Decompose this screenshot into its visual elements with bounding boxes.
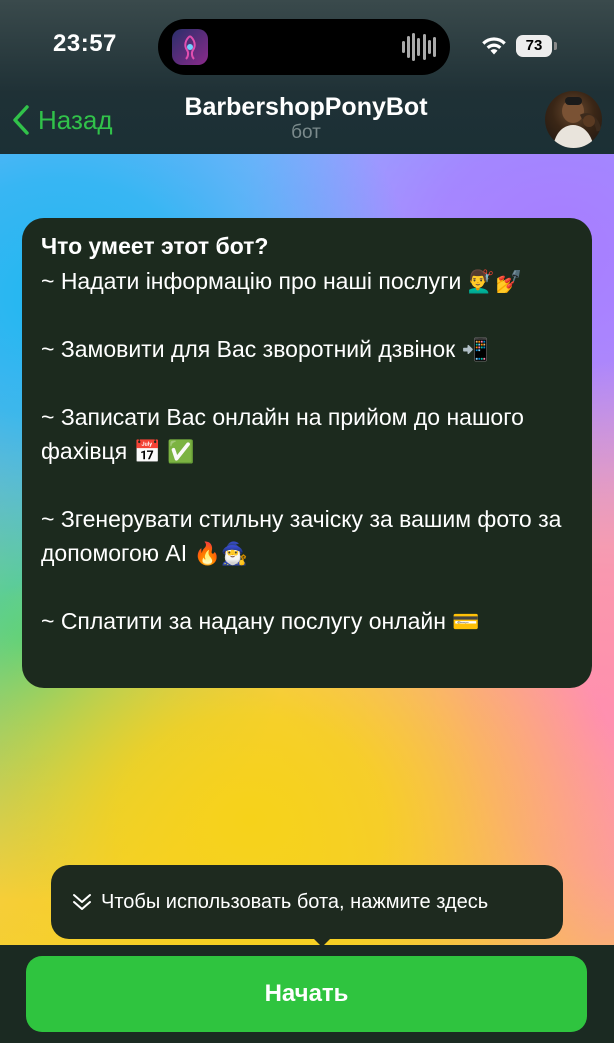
wifi-icon [482,37,506,55]
bot-info-card: Что умеет этот бот? ~ Надати інформацію … [22,218,592,688]
credit-card-emoji: 💳 [452,609,480,634]
calendar-check-emoji: 📅 ✅ [133,439,195,464]
back-button[interactable]: Назад [12,100,113,140]
avatar[interactable] [545,91,602,148]
now-playing-artwork [172,29,208,65]
start-button[interactable]: Начать [26,956,587,1032]
info-title: Что умеет этот бот? [41,233,269,259]
info-item-text: ~ Сплатити за надану послугу онлайн [41,608,446,634]
fire-mage-emoji: 🔥🧙‍♂️ [193,541,249,566]
back-label: Назад [38,104,113,135]
header: 23:57 73 Назад BarbershopPonyBot бот [0,0,614,154]
phone-arrow-emoji: 📲 [461,337,489,362]
chat-screen: 23:57 73 Назад BarbershopPonyBot бот Что… [0,0,614,1043]
battery-icon: 73 [516,35,552,57]
chat-title-block[interactable]: BarbershopPonyBot бот [120,92,492,144]
chevron-double-down-icon [73,894,91,910]
tooltip-text: Чтобы использовать бота, нажмите здесь [101,890,489,913]
info-item-text: ~ Згенерувати стильну зачіску за вашим ф… [41,506,562,566]
info-item-text: ~ Записати Вас онлайн на прийом до нашог… [41,404,524,464]
info-item-payment: ~ Сплатити за надану послугу онлайн 💳 [41,604,574,638]
info-item-text: ~ Надати інформацію про наші послуги [41,268,462,294]
info-item-ai-hairstyle: ~ Згенерувати стильну зачіску за вашим ф… [41,502,574,570]
info-item-text: ~ Замовити для Вас зворотний дзвінок [41,336,456,362]
info-item-callback: ~ Замовити для Вас зворотний дзвінок 📲 [41,332,574,366]
chat-subtitle: бот [291,122,321,143]
status-time: 23:57 [53,30,117,57]
barber-nails-emoji: 💇‍♂️💅 [467,269,523,294]
info-item-booking: ~ Записати Вас онлайн на прийом до нашог… [41,400,574,468]
chat-title: BarbershopPonyBot [184,93,428,121]
waveform-icon [402,33,436,61]
info-item-services: ~ Надати інформацію про наші послуги 💇‍♂… [41,264,574,298]
battery-cap [554,42,557,50]
dynamic-island[interactable] [158,19,450,75]
start-hint-tooltip[interactable]: Чтобы использовать бота, нажмите здесь [51,865,563,939]
chevron-left-icon [13,105,29,135]
